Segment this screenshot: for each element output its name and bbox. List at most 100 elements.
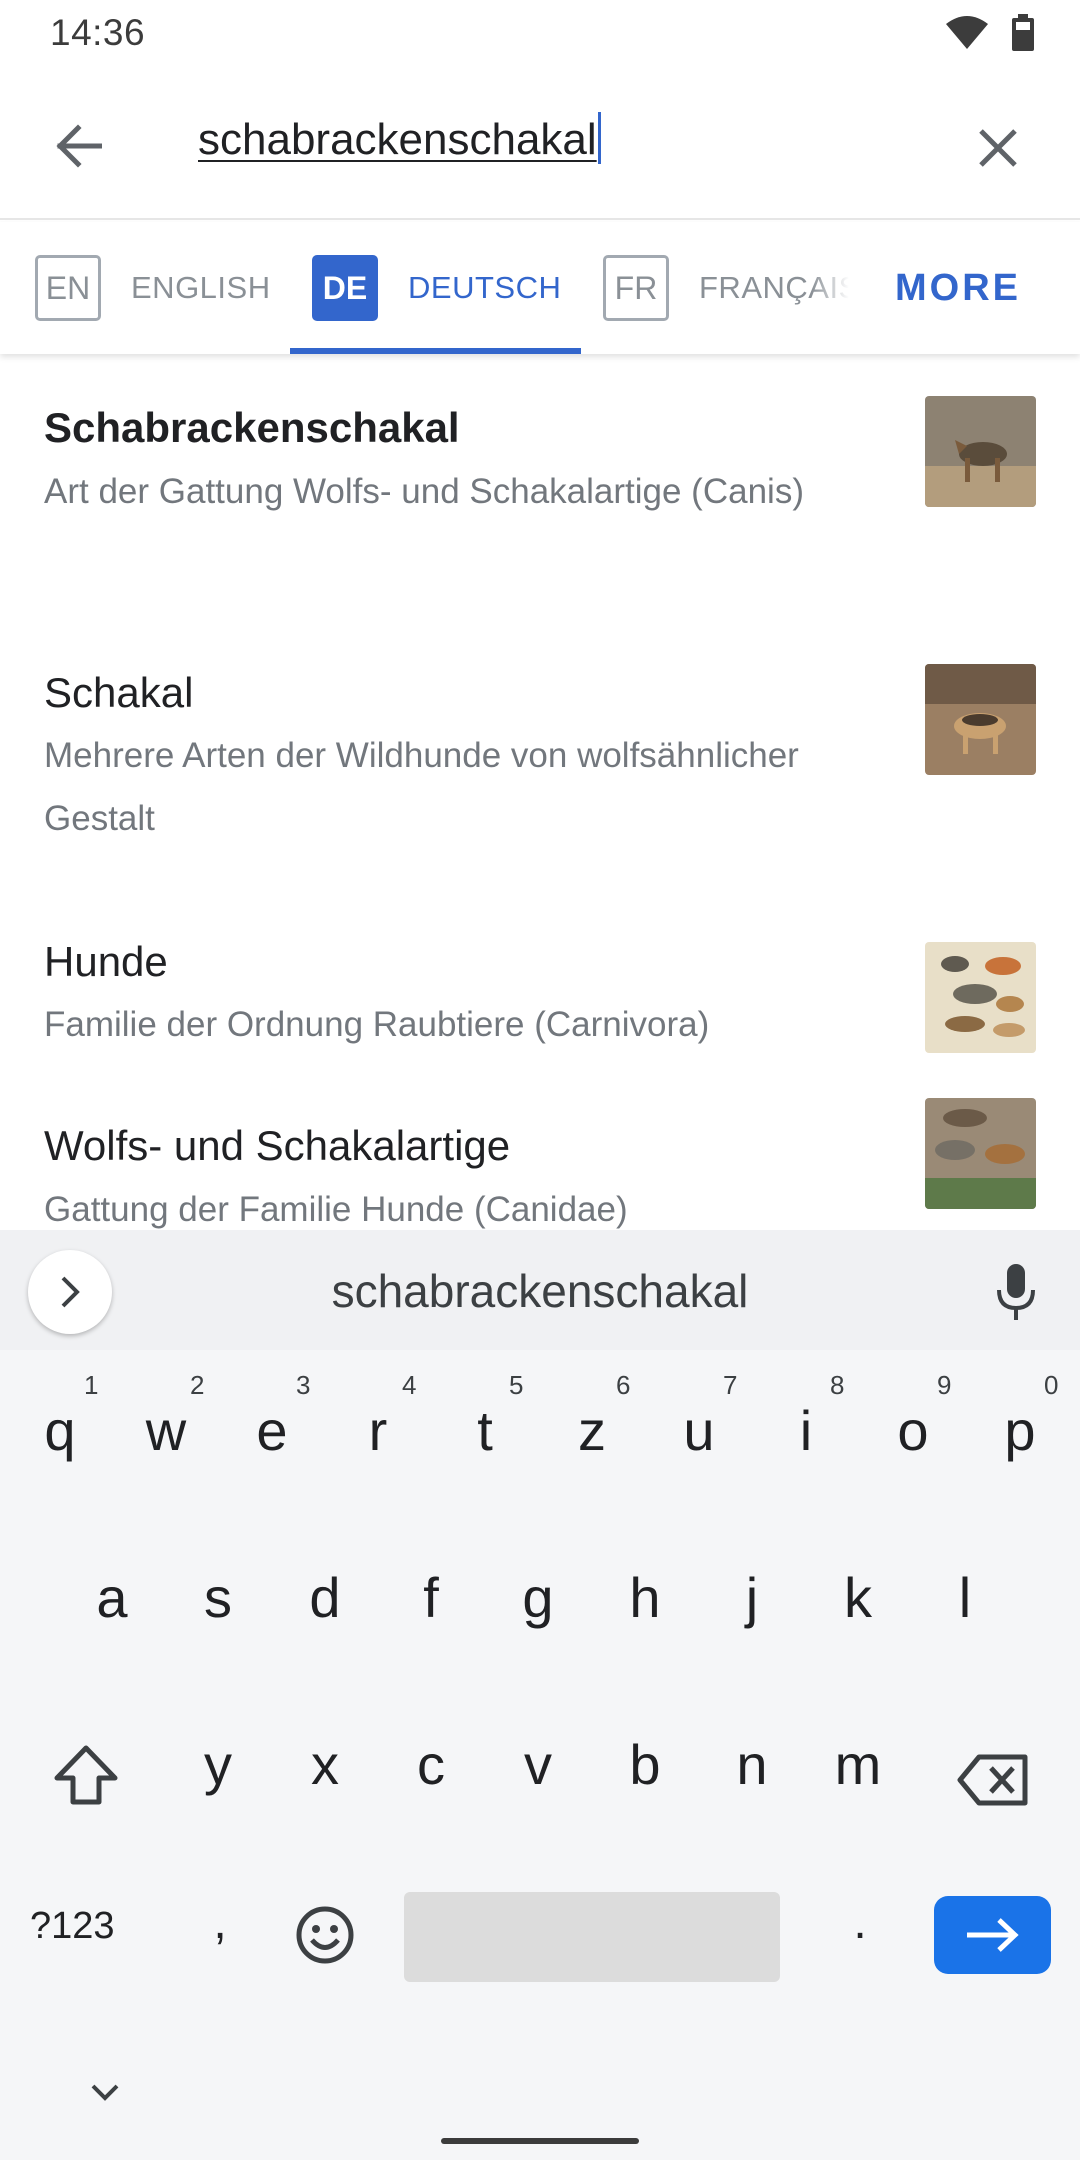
list-item[interactable]: Wolfs- und Schakalartige Gattung der Fam…: [0, 1098, 1080, 1230]
key-hint: 6: [616, 1370, 631, 1400]
symbols-key[interactable]: ?123: [30, 1905, 115, 1948]
clear-search-button[interactable]: [960, 110, 1036, 186]
key-comma[interactable]: ,: [175, 1895, 265, 1950]
key-label: i: [799, 1399, 813, 1462]
key-p[interactable]: 0p: [975, 1370, 1065, 1463]
lang-name: FRANÇAIS: [699, 270, 849, 305]
key-z[interactable]: 6z: [547, 1370, 637, 1463]
key-hint: 7: [723, 1370, 738, 1400]
key-a[interactable]: a: [67, 1565, 157, 1630]
key-hint: 1: [84, 1370, 99, 1400]
tab-english[interactable]: EN ENGLISH: [35, 222, 271, 354]
lang-name: ENGLISH: [131, 270, 271, 305]
app-screen: 14:36 schabrackenschakal EN ENGLISH DE D…: [0, 0, 1080, 2160]
wifi-icon: [946, 16, 988, 49]
result-thumbnail: [925, 396, 1036, 507]
more-languages-button[interactable]: MORE: [895, 222, 1021, 354]
list-item[interactable]: Hunde Familie der Ordnung Raubtiere (Car…: [0, 892, 1080, 1098]
mic-icon: [997, 1264, 1035, 1320]
key-o[interactable]: 9o: [868, 1370, 958, 1463]
search-results-list: Schabrackenschakal Art der Gattung Wolfs…: [0, 354, 1080, 1230]
key-label: p: [1004, 1399, 1036, 1462]
shift-key[interactable]: [40, 1730, 132, 1820]
list-item[interactable]: Schabrackenschakal Art der Gattung Wolfs…: [0, 354, 1080, 623]
key-s[interactable]: s: [173, 1565, 263, 1630]
gesture-nav-handle[interactable]: [441, 2138, 639, 2144]
key-label: o: [897, 1399, 929, 1462]
key-i[interactable]: 8i: [761, 1370, 851, 1463]
key-m[interactable]: m: [813, 1732, 903, 1797]
lang-code-badge: EN: [35, 255, 101, 321]
key-r[interactable]: 4r: [333, 1370, 423, 1463]
hide-keyboard-button[interactable]: [80, 2072, 130, 2112]
text-caret: [597, 112, 601, 164]
key-t[interactable]: 5t: [440, 1370, 530, 1463]
result-description: Mehrere Arten der Wildhunde von wolfsähn…: [44, 736, 799, 838]
key-w[interactable]: 2w: [121, 1370, 211, 1463]
key-n[interactable]: n: [707, 1732, 797, 1797]
backspace-key[interactable]: [948, 1735, 1038, 1825]
key-q[interactable]: 1q: [15, 1370, 105, 1463]
key-label: q: [44, 1399, 76, 1462]
active-tab-indicator: [290, 348, 581, 354]
key-g[interactable]: g: [493, 1565, 583, 1630]
emoji-key[interactable]: [280, 1890, 370, 1980]
list-item[interactable]: Schakal Mehrere Arten der Wildhunde von …: [0, 623, 1080, 892]
result-title: Wolfs- und Schakalartige: [44, 1122, 511, 1169]
key-v[interactable]: v: [493, 1732, 583, 1797]
key-e[interactable]: 3e: [227, 1370, 317, 1463]
key-c[interactable]: c: [386, 1732, 476, 1797]
result-description: Familie der Ordnung Raubtiere (Carnivora…: [44, 1005, 710, 1044]
voice-input-button[interactable]: [980, 1252, 1052, 1332]
search-toolbar: schabrackenschakal: [0, 70, 1080, 220]
result-description: Gattung der Familie Hunde (Canidae): [44, 1190, 628, 1229]
key-k[interactable]: k: [813, 1565, 903, 1630]
chevron-down-icon: [91, 2084, 119, 2101]
back-button[interactable]: [40, 108, 116, 184]
key-l[interactable]: l: [920, 1565, 1010, 1630]
key-period[interactable]: .: [815, 1895, 905, 1950]
result-description: Art der Gattung Wolfs- und Schakalartige…: [44, 472, 804, 511]
key-label: r: [368, 1399, 388, 1462]
key-h[interactable]: h: [600, 1565, 690, 1630]
lang-code-badge: FR: [603, 255, 669, 321]
word-suggestion[interactable]: schabrackenschakal: [0, 1230, 1080, 1350]
close-icon: [979, 129, 1017, 167]
enter-key[interactable]: [934, 1896, 1051, 1974]
result-thumbnail: [925, 942, 1036, 1053]
key-b[interactable]: b: [600, 1732, 690, 1797]
on-screen-keyboard: schabrackenschakal 1q 2w 3e 4r 5t 6z 7u …: [0, 1230, 1080, 2160]
space-key[interactable]: [404, 1892, 780, 1982]
key-hint: 4: [402, 1370, 417, 1400]
key-d[interactable]: d: [280, 1565, 370, 1630]
key-j[interactable]: j: [707, 1565, 797, 1630]
key-label: e: [256, 1399, 288, 1462]
result-thumbnail: [925, 664, 1036, 775]
key-x[interactable]: x: [280, 1732, 370, 1797]
result-title: Hunde: [44, 938, 168, 985]
backspace-icon: [957, 1754, 1028, 1806]
emoji-icon: [296, 1906, 354, 1964]
status-time: 14:36: [50, 12, 146, 53]
key-u[interactable]: 7u: [654, 1370, 744, 1463]
chevron-right-icon: [61, 1276, 80, 1308]
key-label: z: [578, 1399, 606, 1462]
key-y[interactable]: y: [173, 1732, 263, 1797]
keyboard-toolbar-toggle[interactable]: [28, 1250, 112, 1334]
lang-code-badge: DE: [312, 255, 378, 321]
result-thumbnail: [925, 1098, 1036, 1209]
result-title: Schabrackenschakal: [44, 404, 460, 451]
key-hint: 5: [509, 1370, 524, 1400]
key-hint: 2: [190, 1370, 205, 1400]
shift-icon: [54, 1745, 118, 1805]
arrow-back-icon: [56, 124, 102, 168]
key-label: u: [683, 1399, 715, 1462]
battery-icon: [1012, 14, 1034, 51]
key-hint: 3: [296, 1370, 311, 1400]
tab-francais[interactable]: FR FRANÇAIS: [603, 222, 849, 354]
tab-deutsch[interactable]: DE DEUTSCH: [312, 222, 561, 354]
key-f[interactable]: f: [386, 1565, 476, 1630]
search-input[interactable]: schabrackenschakal: [198, 112, 958, 180]
key-hint: 9: [937, 1370, 952, 1400]
key-hint: 8: [830, 1370, 845, 1400]
